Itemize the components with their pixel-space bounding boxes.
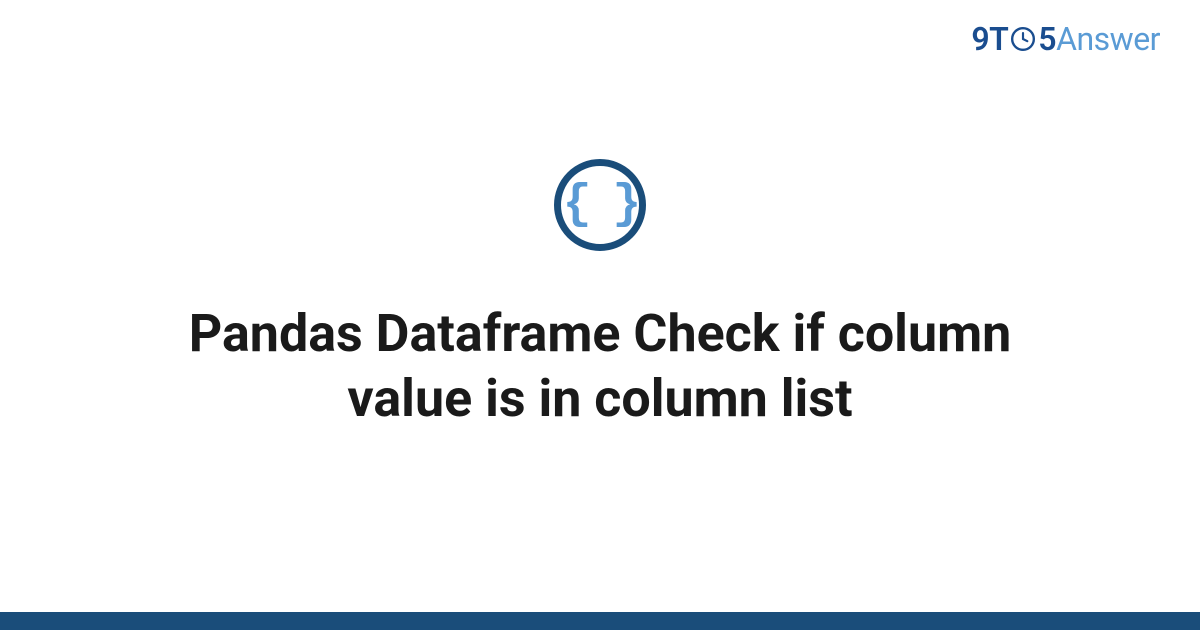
code-braces-icon: { } (554, 159, 646, 251)
footer-accent-bar (0, 612, 1200, 630)
page-title: Pandas Dataframe Check if column value i… (150, 301, 1050, 431)
icon-container: { } (554, 159, 646, 251)
main-content: { } Pandas Dataframe Check if column val… (0, 0, 1200, 630)
